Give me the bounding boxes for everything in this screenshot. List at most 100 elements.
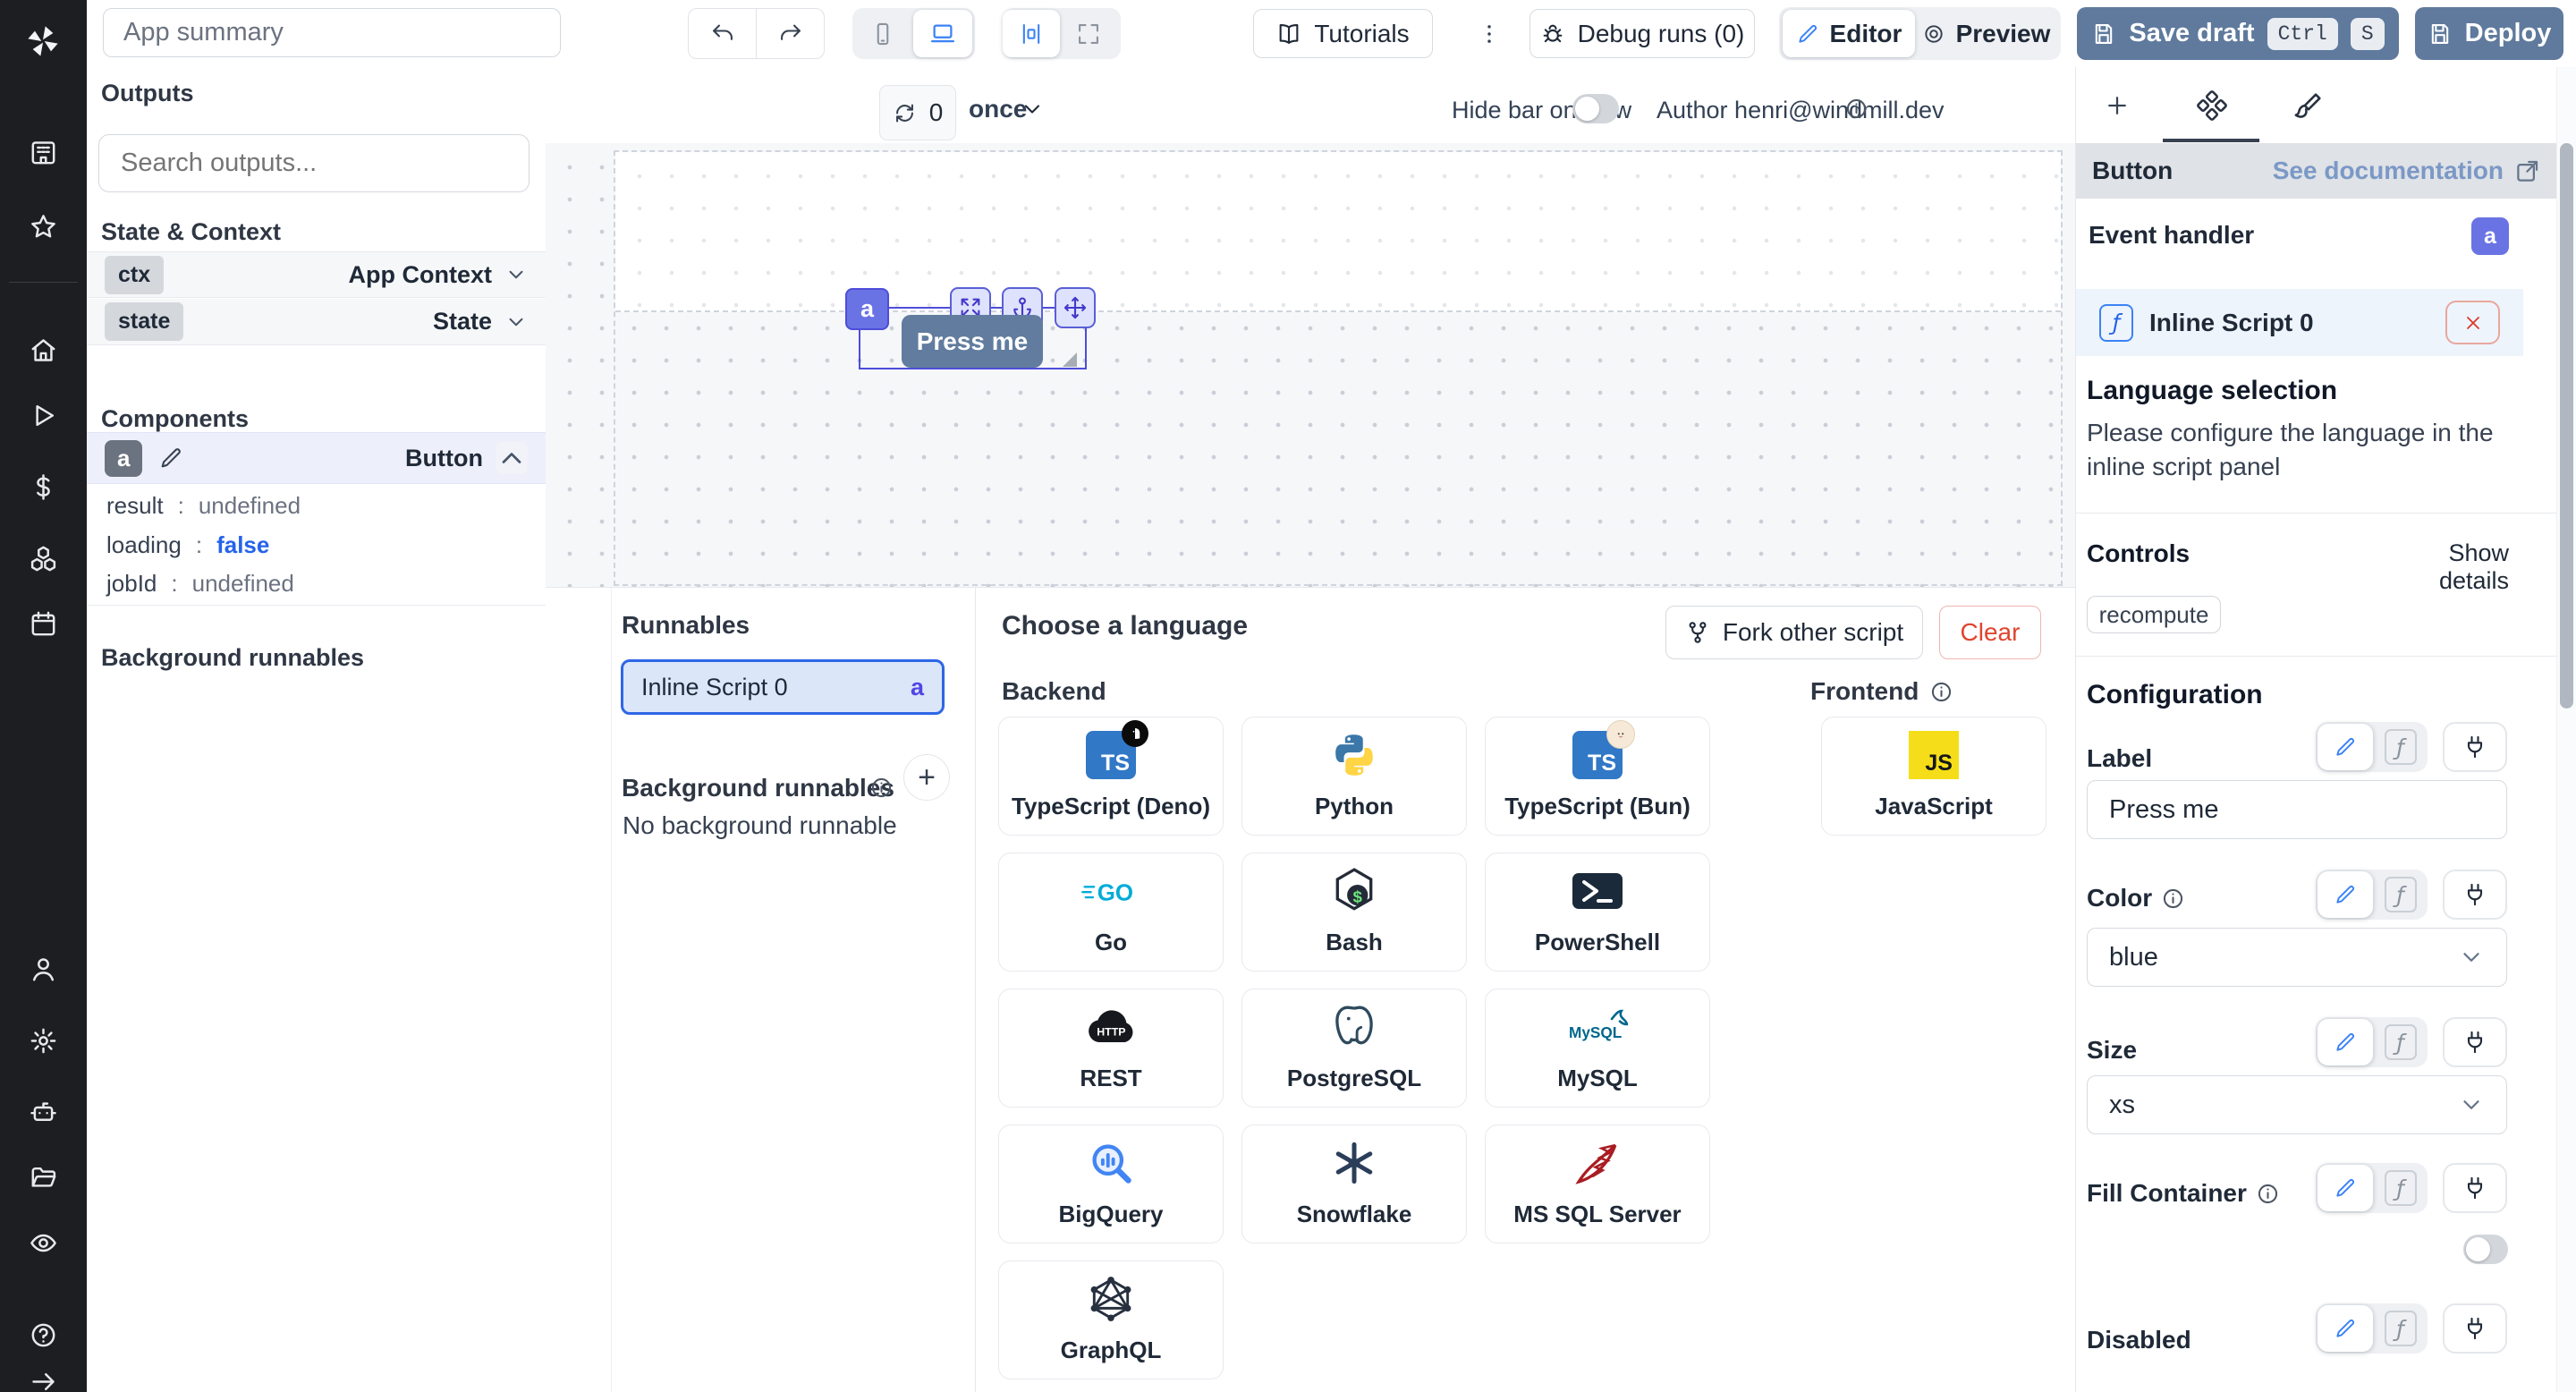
language-card-bash[interactable]: $Bash <box>1241 853 1467 972</box>
move-component-button[interactable] <box>1055 287 1096 328</box>
size-select[interactable]: xs <box>2087 1075 2507 1134</box>
resize-handle[interactable] <box>1063 352 1077 367</box>
sidebar-home-icon[interactable] <box>29 335 58 365</box>
eval-mode-button[interactable]: ƒ <box>2375 1305 2426 1352</box>
sidebar-collapse-icon[interactable] <box>29 1367 58 1392</box>
input-mode-toggle[interactable]: ƒ <box>2316 870 2428 920</box>
language-card-rest[interactable]: HTTPREST <box>998 989 1224 1108</box>
static-mode-button[interactable] <box>2318 724 2373 770</box>
eval-mode-button[interactable]: ƒ <box>2375 1165 2426 1211</box>
static-mode-button[interactable] <box>2318 1305 2373 1352</box>
undo-button[interactable] <box>689 9 757 58</box>
language-card-powershell[interactable]: PowerShell <box>1485 853 1710 972</box>
app-summary-input[interactable] <box>103 8 561 57</box>
component-settings-tab[interactable] <box>2197 90 2227 121</box>
output-row-ctx[interactable]: ctx App Context <box>87 251 546 298</box>
inline-script-row[interactable]: ƒ Inline Script 0 <box>2076 289 2523 356</box>
eval-mode-button[interactable]: ƒ <box>2375 724 2426 770</box>
info-icon[interactable] <box>1844 97 1868 121</box>
desktop-view-button[interactable] <box>913 10 972 57</box>
editor-tab[interactable]: Editor <box>1783 10 1915 57</box>
fill-container-toggle[interactable] <box>2463 1235 2508 1264</box>
runnable-item-inline-script-0[interactable]: Inline Script 0 a <box>621 659 945 715</box>
component-id-tag[interactable]: a <box>845 288 889 330</box>
debug-runs-button[interactable]: Debug runs (0) <box>1530 9 1755 58</box>
color-select[interactable]: blue <box>2087 928 2507 987</box>
sidebar-schedules-icon[interactable] <box>29 609 58 639</box>
redo-button[interactable] <box>757 9 824 58</box>
recompute-chip[interactable]: recompute <box>2087 596 2221 633</box>
input-mode-toggle[interactable]: ƒ <box>2316 1017 2428 1067</box>
scrollbar-track[interactable] <box>2556 67 2576 1392</box>
sidebar-workers-icon[interactable] <box>29 1098 58 1127</box>
more-menu-button[interactable] <box>1470 9 1509 58</box>
language-card-python[interactable]: Python <box>1241 717 1467 836</box>
search-outputs-input[interactable] <box>98 134 530 192</box>
sidebar-audit-icon[interactable] <box>29 1228 58 1258</box>
app-canvas[interactable]: a Press me − 100% + <box>546 143 2075 587</box>
add-background-runnable-button[interactable]: + <box>903 754 950 801</box>
language-card-snowflake[interactable]: Snowflake <box>1241 1125 1467 1243</box>
eval-mode-button[interactable]: ƒ <box>2375 871 2426 918</box>
external-link-icon[interactable] <box>2514 157 2541 184</box>
add-component-tab[interactable] <box>2104 92 2131 119</box>
chevron-down-icon[interactable] <box>1020 97 1045 122</box>
connect-input-button[interactable] <box>2443 1303 2507 1354</box>
sidebar-help-icon[interactable] <box>29 1320 58 1350</box>
sidebar-runs-icon[interactable] <box>29 401 58 430</box>
sidebar-resources-icon[interactable] <box>29 544 58 573</box>
eval-mode-button[interactable]: ƒ <box>2375 1019 2426 1065</box>
remove-script-button[interactable] <box>2445 301 2500 344</box>
refresh-count-button[interactable]: 0 <box>879 85 956 140</box>
language-card-mysql[interactable]: MySQLMySQL <box>1485 989 1710 1108</box>
schedule-select-value[interactable]: once <box>969 95 1027 123</box>
static-mode-button[interactable] <box>2318 1165 2373 1211</box>
static-mode-button[interactable] <box>2318 871 2373 918</box>
connect-input-button[interactable] <box>2443 1163 2507 1213</box>
info-icon[interactable] <box>2256 1182 2280 1206</box>
sidebar-folders-icon[interactable] <box>29 1163 58 1193</box>
save-draft-button[interactable]: Save draft Ctrl S <box>2077 7 2399 60</box>
output-row-state[interactable]: state State <box>87 299 546 345</box>
chevron-down-icon[interactable] <box>504 310 528 334</box>
rename-pencil-icon[interactable] <box>158 446 183 471</box>
component-row-button[interactable]: a Button <box>87 432 546 484</box>
sidebar-favorites-icon[interactable] <box>29 212 58 242</box>
windmill-logo-icon[interactable] <box>22 23 64 59</box>
hide-bar-toggle[interactable] <box>1572 94 1619 123</box>
tutorials-button[interactable]: Tutorials <box>1253 9 1433 58</box>
label-input[interactable] <box>2087 780 2507 839</box>
sidebar-account-icon[interactable] <box>29 955 58 984</box>
styling-tab[interactable] <box>2293 90 2324 121</box>
language-card-graphql[interactable]: GraphQL <box>998 1260 1224 1379</box>
language-card-postgresql[interactable]: PostgreSQL <box>1241 989 1467 1108</box>
chevron-down-icon[interactable] <box>504 263 528 286</box>
clear-button[interactable]: Clear <box>1939 606 2041 659</box>
info-icon[interactable] <box>869 776 894 800</box>
sidebar-variables-icon[interactable] <box>29 472 58 502</box>
language-card-go[interactable]: GOGo <box>998 853 1224 972</box>
static-mode-button[interactable] <box>2318 1019 2373 1065</box>
mobile-view-button[interactable] <box>852 21 913 47</box>
input-mode-toggle[interactable]: ƒ <box>2316 1303 2428 1354</box>
scrollbar-thumb[interactable] <box>2560 143 2573 709</box>
deploy-button[interactable]: Deploy <box>2415 7 2563 60</box>
language-card-typescript-bun[interactable]: TSTypeScript (Bun) <box>1485 717 1710 836</box>
connect-input-button[interactable] <box>2443 722 2507 772</box>
info-icon[interactable] <box>1929 680 1953 704</box>
language-card-typescript-deno[interactable]: TSTypeScript (Deno) <box>998 717 1224 836</box>
language-card-ms-sql-server[interactable]: MS SQL Server <box>1485 1125 1710 1243</box>
input-mode-toggle[interactable]: ƒ <box>2316 1163 2428 1213</box>
connect-input-button[interactable] <box>2443 1017 2507 1067</box>
show-details-link[interactable]: Show details <box>2380 539 2509 595</box>
sidebar-settings-icon[interactable] <box>29 1026 58 1056</box>
chevron-up-icon[interactable] <box>496 442 528 474</box>
press-me-button[interactable]: Press me <box>902 315 1043 368</box>
info-icon[interactable] <box>2161 887 2185 911</box>
preview-tab[interactable]: Preview <box>1915 20 2057 48</box>
language-card-bigquery[interactable]: BigQuery <box>998 1125 1224 1243</box>
input-mode-toggle[interactable]: ƒ <box>2316 722 2428 772</box>
centered-layout-button[interactable] <box>1003 10 1060 57</box>
fork-other-script-button[interactable]: Fork other script <box>1665 606 1923 659</box>
language-card-javascript[interactable]: JSJavaScript <box>1821 717 2046 836</box>
